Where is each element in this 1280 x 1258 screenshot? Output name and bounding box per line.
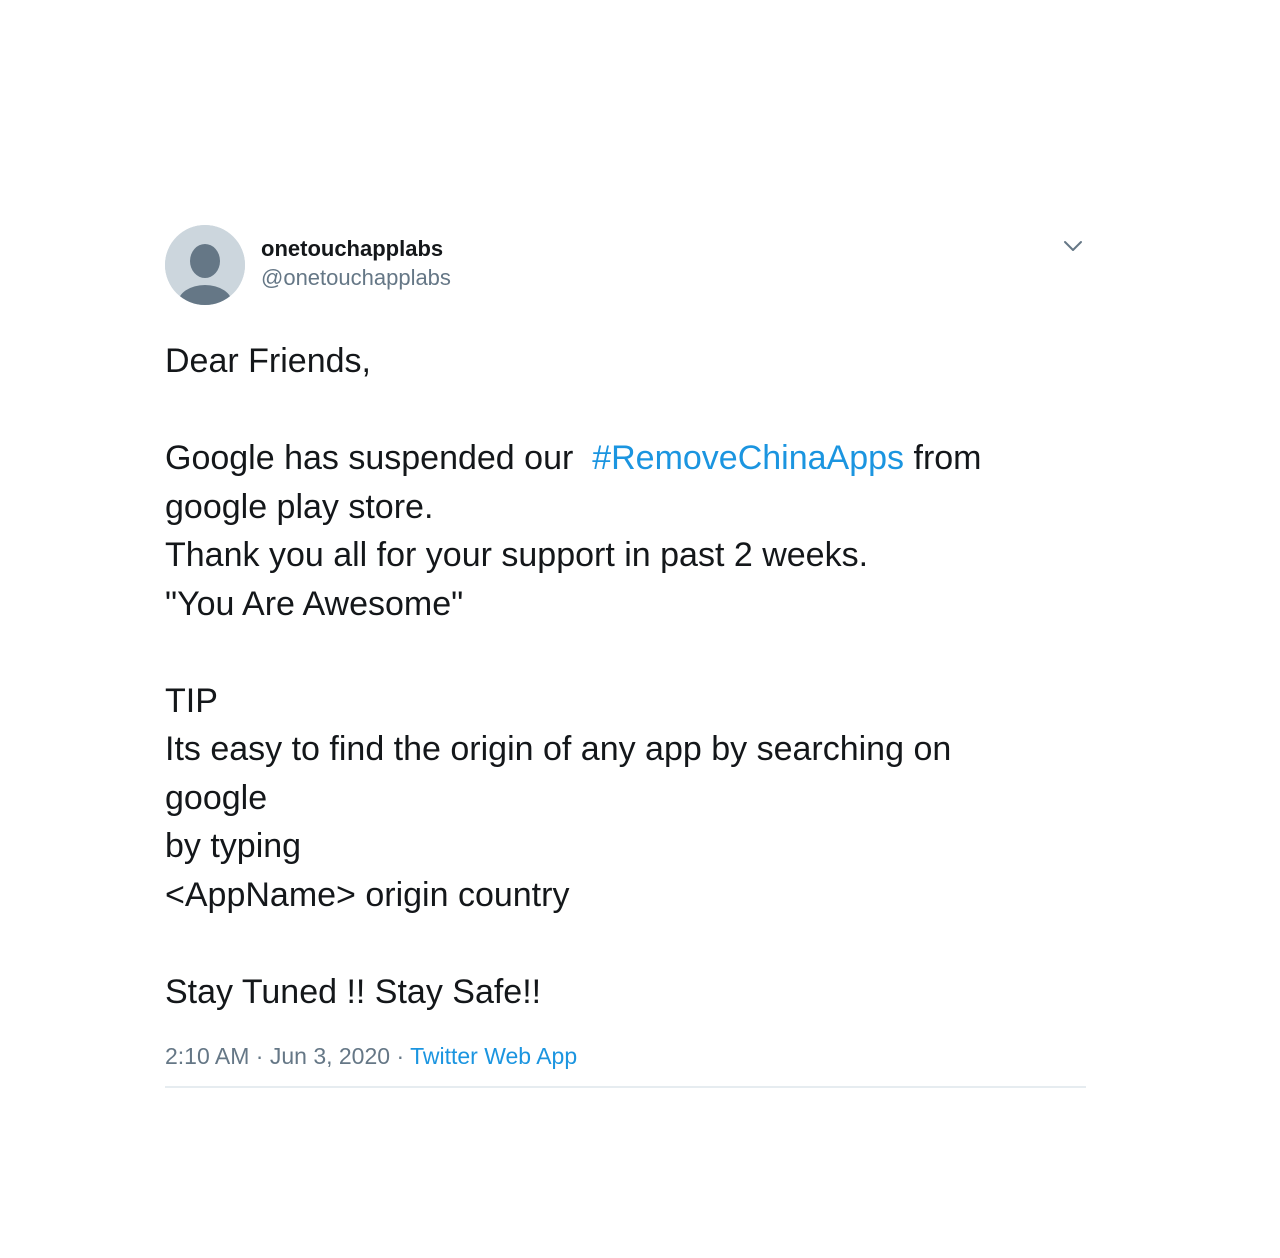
- text-line: by typing: [165, 827, 302, 865]
- tweet-text: Dear Friends, Google has suspended our #R…: [165, 337, 1086, 1016]
- tweet-meta: 2:10 AM · Jun 3, 2020 · Twitter Web App: [165, 1040, 1086, 1072]
- handle[interactable]: @onetouchapplabs: [261, 263, 451, 293]
- text-line: google play store.: [165, 487, 434, 526]
- hashtag-link[interactable]: #RemoveChinaApps: [592, 439, 904, 477]
- chevron-down-icon[interactable]: [1060, 233, 1086, 259]
- tweet-time[interactable]: 2:10 AM: [165, 1043, 249, 1069]
- closing-line: Stay Tuned !! Stay Safe!!: [165, 972, 542, 1011]
- text-line: Its easy to find the origin of any app b…: [165, 730, 952, 768]
- text-line: "You Are Awesome": [165, 584, 464, 623]
- tweet: onetouchapplabs @onetouchapplabs Dear Fr…: [165, 225, 1086, 1088]
- text-line: Google has suspended our #RemoveChinaApp…: [165, 434, 1086, 483]
- default-avatar-icon: [165, 225, 245, 305]
- meta-separator: ·: [390, 1043, 411, 1069]
- text-segment: Google has suspended our: [165, 439, 593, 477]
- text-segment: from: [904, 439, 982, 477]
- avatar[interactable]: [165, 225, 245, 305]
- text-line: <AppName> origin country: [165, 875, 570, 914]
- tweet-source-link[interactable]: Twitter Web App: [410, 1043, 577, 1069]
- tweet-header: onetouchapplabs @onetouchapplabs: [165, 225, 1086, 307]
- display-name[interactable]: onetouchapplabs: [261, 235, 451, 263]
- divider: [165, 1086, 1086, 1088]
- tip-heading: TIP: [165, 681, 218, 720]
- meta-separator: ·: [249, 1043, 270, 1069]
- text-line: google: [165, 778, 268, 817]
- greeting-line: Dear Friends,: [165, 342, 371, 380]
- text-line: Thank you all for your support in past 2…: [165, 536, 869, 574]
- tweet-date[interactable]: Jun 3, 2020: [270, 1043, 390, 1069]
- author-names: onetouchapplabs @onetouchapplabs: [261, 235, 451, 293]
